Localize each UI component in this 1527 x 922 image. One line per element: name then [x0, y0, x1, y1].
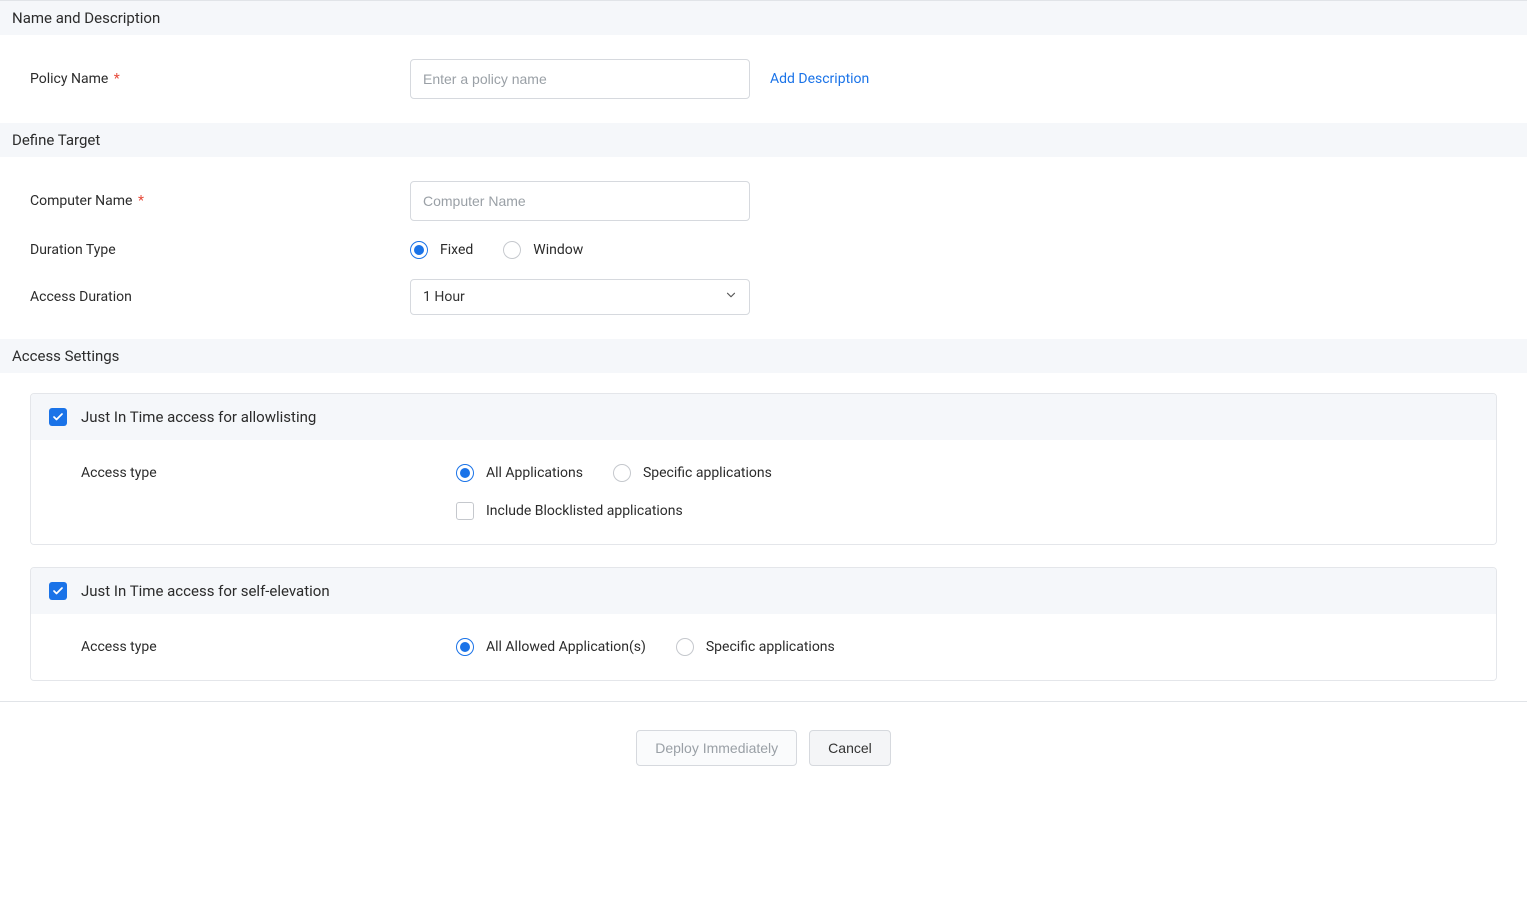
select-value: 1 Hour — [423, 289, 465, 305]
checkbox-include-blocklisted[interactable] — [456, 502, 474, 520]
radio-self-elevation-specific[interactable]: Specific applications — [676, 638, 835, 656]
radio-icon — [613, 464, 631, 482]
radio-label: Fixed — [440, 242, 473, 258]
row-allowlisting-access-type: Access type All Applications Specific ap… — [81, 464, 1478, 482]
radio-label: Window — [533, 242, 583, 258]
computer-name-label: Computer Name * — [30, 193, 410, 209]
cancel-button[interactable]: Cancel — [809, 730, 891, 766]
add-description-link[interactable]: Add Description — [770, 71, 869, 87]
panel-allowlisting: Just In Time access for allowlisting Acc… — [30, 393, 1497, 545]
radio-label: All Allowed Application(s) — [486, 639, 646, 655]
computer-name-input[interactable] — [410, 181, 750, 221]
panel-title: Just In Time access for allowlisting — [81, 408, 316, 426]
section-title: Name and Description — [12, 9, 160, 27]
radio-icon — [456, 464, 474, 482]
panel-header-allowlisting: Just In Time access for allowlisting — [31, 394, 1496, 440]
radio-label: All Applications — [486, 465, 583, 481]
access-duration-label: Access Duration — [30, 289, 410, 305]
include-blocklisted-label: Include Blocklisted applications — [486, 503, 683, 519]
policy-name-controls: Add Description — [410, 59, 869, 99]
radio-label: Specific applications — [643, 465, 772, 481]
panel-body-self-elevation: Access type All Allowed Application(s) S… — [31, 614, 1496, 680]
section-body-access-settings: Just In Time access for allowlisting Acc… — [0, 373, 1527, 701]
allowlisting-radio-group: All Applications Specific applications — [456, 464, 772, 482]
section-header-access-settings: Access Settings — [0, 339, 1527, 373]
radio-icon — [503, 241, 521, 259]
required-asterisk: * — [110, 71, 120, 87]
access-type-label: Access type — [81, 465, 456, 481]
row-computer-name: Computer Name * — [30, 181, 1515, 221]
duration-type-radio-group: Fixed Window — [410, 241, 583, 259]
self-elevation-radio-group: All Allowed Application(s) Specific appl… — [456, 638, 835, 656]
radio-self-elevation-all[interactable]: All Allowed Application(s) — [456, 638, 646, 656]
panel-title: Just In Time access for self-elevation — [81, 582, 330, 600]
section-title: Access Settings — [12, 347, 119, 365]
section-header-define-target: Define Target — [0, 123, 1527, 157]
computer-name-controls — [410, 181, 750, 221]
radio-allowlisting-all[interactable]: All Applications — [456, 464, 583, 482]
panel-self-elevation: Just In Time access for self-elevation A… — [30, 567, 1497, 681]
radio-icon — [456, 638, 474, 656]
policy-form: Name and Description Policy Name * Add D… — [0, 0, 1527, 702]
row-self-elevation-access-type: Access type All Allowed Application(s) S… — [81, 638, 1478, 656]
access-type-label: Access type — [81, 639, 456, 655]
panel-header-self-elevation: Just In Time access for self-elevation — [31, 568, 1496, 614]
section-header-name-desc: Name and Description — [0, 1, 1527, 35]
checkbox-allowlisting[interactable] — [49, 408, 67, 426]
deploy-button[interactable]: Deploy Immediately — [636, 730, 797, 766]
required-asterisk: * — [134, 193, 144, 209]
radio-label: Specific applications — [706, 639, 835, 655]
radio-duration-window[interactable]: Window — [503, 241, 583, 259]
policy-name-label: Policy Name * — [30, 71, 410, 87]
access-duration-select-wrap: 1 Hour — [410, 279, 750, 315]
row-duration-type: Duration Type Fixed Window — [30, 241, 1515, 259]
panel-body-allowlisting: Access type All Applications Specific ap… — [31, 440, 1496, 544]
radio-allowlisting-specific[interactable]: Specific applications — [613, 464, 772, 482]
row-access-duration: Access Duration 1 Hour — [30, 279, 1515, 315]
access-duration-select[interactable]: 1 Hour — [410, 279, 750, 315]
duration-type-label: Duration Type — [30, 242, 410, 258]
radio-icon — [676, 638, 694, 656]
checkbox-self-elevation[interactable] — [49, 582, 67, 600]
row-policy-name: Policy Name * Add Description — [30, 59, 1515, 99]
section-title: Define Target — [12, 131, 100, 149]
policy-name-input[interactable] — [410, 59, 750, 99]
section-body-name-desc: Policy Name * Add Description — [0, 35, 1527, 123]
row-include-blocklisted: Include Blocklisted applications — [81, 502, 1478, 520]
radio-icon — [410, 241, 428, 259]
action-bar: Deploy Immediately Cancel — [0, 702, 1527, 794]
radio-duration-fixed[interactable]: Fixed — [410, 241, 473, 259]
section-body-define-target: Computer Name * Duration Type Fixed Wind… — [0, 157, 1527, 339]
